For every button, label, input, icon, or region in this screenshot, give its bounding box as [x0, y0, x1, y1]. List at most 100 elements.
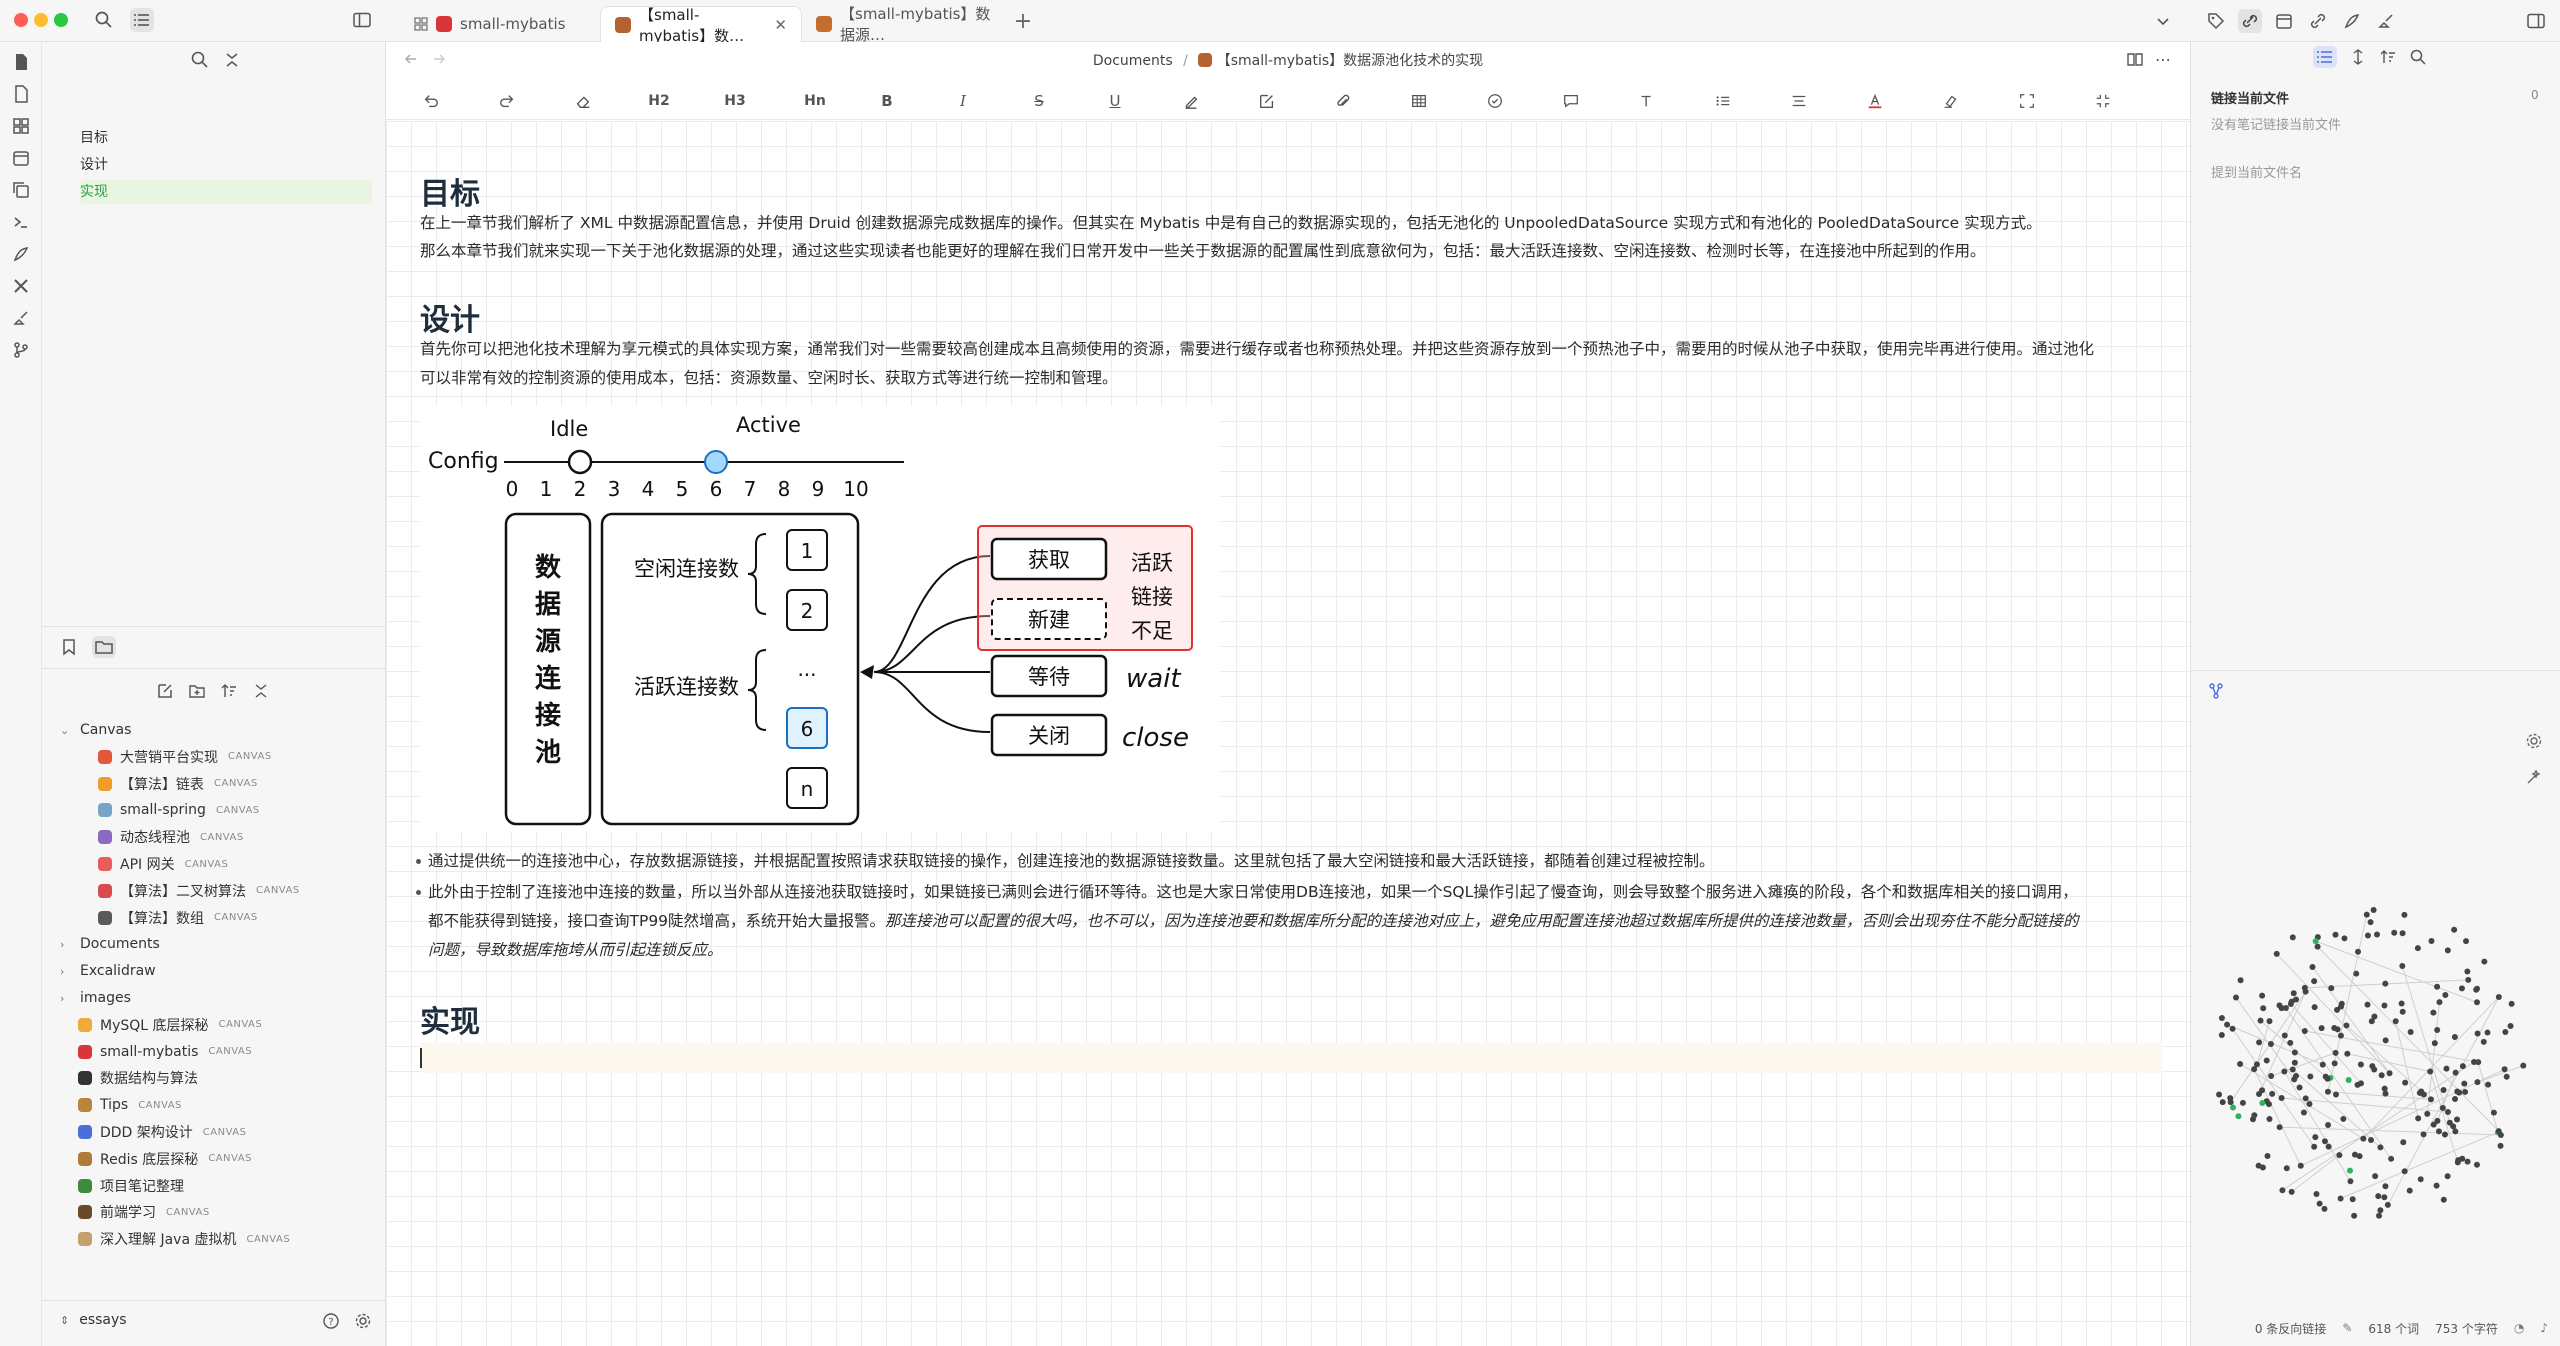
- tab-document[interactable]: 【small-mybatis】数据源…: [802, 5, 1014, 44]
- sync-icon[interactable]: ◔: [2514, 1321, 2524, 1335]
- new-note-icon[interactable]: [156, 682, 174, 700]
- tree-file[interactable]: small-mybatis CANVAS: [60, 1039, 252, 1065]
- bullet-list-icon[interactable]: [1712, 90, 1734, 112]
- right-sidebar-toggle-icon[interactable]: [2526, 11, 2546, 31]
- undo-icon[interactable]: [420, 90, 442, 112]
- tree-file[interactable]: 项目笔记整理: [60, 1173, 184, 1199]
- tree-file[interactable]: Redis 底层探秘 CANVAS: [60, 1146, 252, 1172]
- tree-file[interactable]: 【算法】二叉树算法 CANVAS: [98, 878, 300, 904]
- bold-button[interactable]: B: [876, 90, 898, 112]
- tree-file[interactable]: MySQL 底层探秘 CANVAS: [60, 1012, 262, 1038]
- search-icon[interactable]: [2409, 48, 2427, 66]
- highlight-icon[interactable]: [1180, 90, 1202, 112]
- tree-file[interactable]: API 网关 CANVAS: [98, 851, 228, 877]
- collapse-all-icon[interactable]: [252, 682, 270, 700]
- tools-icon[interactable]: [11, 276, 31, 296]
- backlinks-icon[interactable]: [2238, 9, 2262, 33]
- tree-file[interactable]: 深入理解 Java 虚拟机 CANVAS: [60, 1226, 290, 1252]
- heading-3-button[interactable]: H3: [724, 90, 746, 112]
- excalidraw-icon[interactable]: [11, 244, 31, 264]
- collapse-icon[interactable]: [222, 50, 242, 70]
- active-line[interactable]: [420, 1043, 2162, 1073]
- settings-gear-icon[interactable]: [354, 1312, 372, 1330]
- close-tab-icon[interactable]: ✕: [774, 16, 787, 34]
- minimize-window-button[interactable]: [34, 13, 48, 27]
- text-format-icon[interactable]: [1636, 90, 1658, 112]
- tab-small-mybatis[interactable]: small-mybatis: [400, 6, 600, 42]
- checkbox-icon[interactable]: [1484, 90, 1506, 112]
- outline-item[interactable]: 目标: [80, 126, 372, 150]
- search-icon[interactable]: [190, 50, 210, 70]
- sidebar-toggle-icon[interactable]: [352, 10, 372, 30]
- breadcrumb-folder[interactable]: Documents: [1093, 53, 1173, 69]
- notification-bell-icon[interactable]: ♪: [2540, 1321, 2548, 1335]
- tree-file[interactable]: 【算法】数组 CANVAS: [98, 905, 258, 931]
- underline-button[interactable]: U: [1104, 90, 1126, 112]
- close-window-button[interactable]: [14, 13, 28, 27]
- outline-item[interactable]: 实现: [80, 180, 372, 204]
- canvas-icon[interactable]: [11, 116, 31, 136]
- sort-icon[interactable]: [220, 682, 238, 700]
- edit-pencil-icon[interactable]: ✎: [2342, 1321, 2352, 1335]
- eraser-icon[interactable]: [572, 90, 594, 112]
- tree-file[interactable]: 数据结构与算法: [60, 1065, 198, 1091]
- new-folder-icon[interactable]: [188, 682, 206, 700]
- local-graph[interactable]: [2205, 892, 2535, 1232]
- tree-file[interactable]: 【算法】链表 CANVAS: [98, 771, 258, 797]
- tree-folder[interactable]: ⌄ Canvas: [60, 717, 131, 743]
- tree-folder[interactable]: › Documents: [60, 931, 160, 957]
- outline-item[interactable]: 设计: [80, 153, 372, 177]
- file-icon[interactable]: [11, 52, 31, 72]
- git-branch-icon[interactable]: [11, 340, 31, 360]
- tree-folder[interactable]: › images: [60, 985, 131, 1011]
- copy-icon[interactable]: [11, 180, 31, 200]
- breadcrumb-file[interactable]: 【small-mybatis】数据源池化技术的实现: [1217, 53, 1483, 69]
- reading-mode-icon[interactable]: [2126, 50, 2144, 68]
- tree-file[interactable]: 动态线程池 CANVAS: [98, 824, 244, 850]
- outgoing-links-icon[interactable]: [2308, 11, 2328, 31]
- expand-vertical-icon[interactable]: [2349, 48, 2367, 66]
- heading-2-button[interactable]: H2: [648, 90, 670, 112]
- terminal-icon[interactable]: [11, 212, 31, 232]
- italic-button[interactable]: I: [952, 90, 974, 112]
- help-icon[interactable]: ?: [322, 1312, 340, 1330]
- folder-icon[interactable]: [92, 636, 116, 658]
- excalidraw-icon[interactable]: [2342, 11, 2362, 31]
- tree-folder[interactable]: › Excalidraw: [60, 958, 156, 984]
- tab-active-document[interactable]: 【small-mybatis】数… ✕: [600, 6, 802, 45]
- animate-graph-icon[interactable]: [2525, 768, 2543, 786]
- strikethrough-button[interactable]: S: [1028, 90, 1050, 112]
- tag-icon[interactable]: [2206, 11, 2226, 31]
- new-tab-icon[interactable]: +: [1014, 9, 1032, 34]
- attachment-icon[interactable]: [1332, 90, 1354, 112]
- list-view-icon[interactable]: [2313, 46, 2337, 68]
- calendar-icon[interactable]: [11, 148, 31, 168]
- graph-view-icon[interactable]: [2207, 682, 2225, 700]
- more-options-icon[interactable]: ⋯: [2154, 50, 2172, 69]
- chevron-down-icon[interactable]: [2154, 12, 2172, 30]
- vault-switcher[interactable]: ⇕ essays: [60, 1312, 127, 1328]
- backlinks-count[interactable]: 0 条反向链接: [2255, 1320, 2326, 1337]
- tree-file[interactable]: small-spring CANVAS: [98, 797, 260, 823]
- tree-file[interactable]: 前端学习 CANVAS: [60, 1199, 210, 1225]
- table-icon[interactable]: [1408, 90, 1430, 112]
- open-quick-switcher-icon[interactable]: [11, 84, 31, 104]
- tree-file[interactable]: Tips CANVAS: [60, 1092, 182, 1118]
- align-icon[interactable]: [1788, 90, 1810, 112]
- comment-icon[interactable]: [1560, 90, 1582, 112]
- maximize-window-button[interactable]: [54, 13, 68, 27]
- font-color-icon[interactable]: [1864, 90, 1886, 112]
- background-color-icon[interactable]: [1940, 90, 1962, 112]
- sort-icon[interactable]: [2379, 48, 2397, 66]
- bookmark-icon[interactable]: [60, 638, 78, 656]
- calendar-icon[interactable]: [2274, 11, 2294, 31]
- excalidraw-diagram[interactable]: Config Idle Active 0 1 2 3 4 5 6 7 8 9 10 数据源连接池 空…: [420, 406, 1220, 832]
- unlinked-mentions-title[interactable]: 提到当前文件名: [2211, 162, 2302, 181]
- redo-icon[interactable]: [496, 90, 518, 112]
- editor-content[interactable]: 目标 在上一章节我们解析了 XML 中数据源配置信息，并使用 Druid 创建数…: [386, 121, 2190, 1346]
- brush-icon[interactable]: [2376, 11, 2396, 31]
- tree-file[interactable]: 大营销平台实现 CANVAS: [98, 744, 272, 770]
- linked-mentions-title[interactable]: 链接当前文件: [2211, 88, 2289, 107]
- exit-fullscreen-icon[interactable]: [2092, 90, 2114, 112]
- edit-icon[interactable]: [1256, 90, 1278, 112]
